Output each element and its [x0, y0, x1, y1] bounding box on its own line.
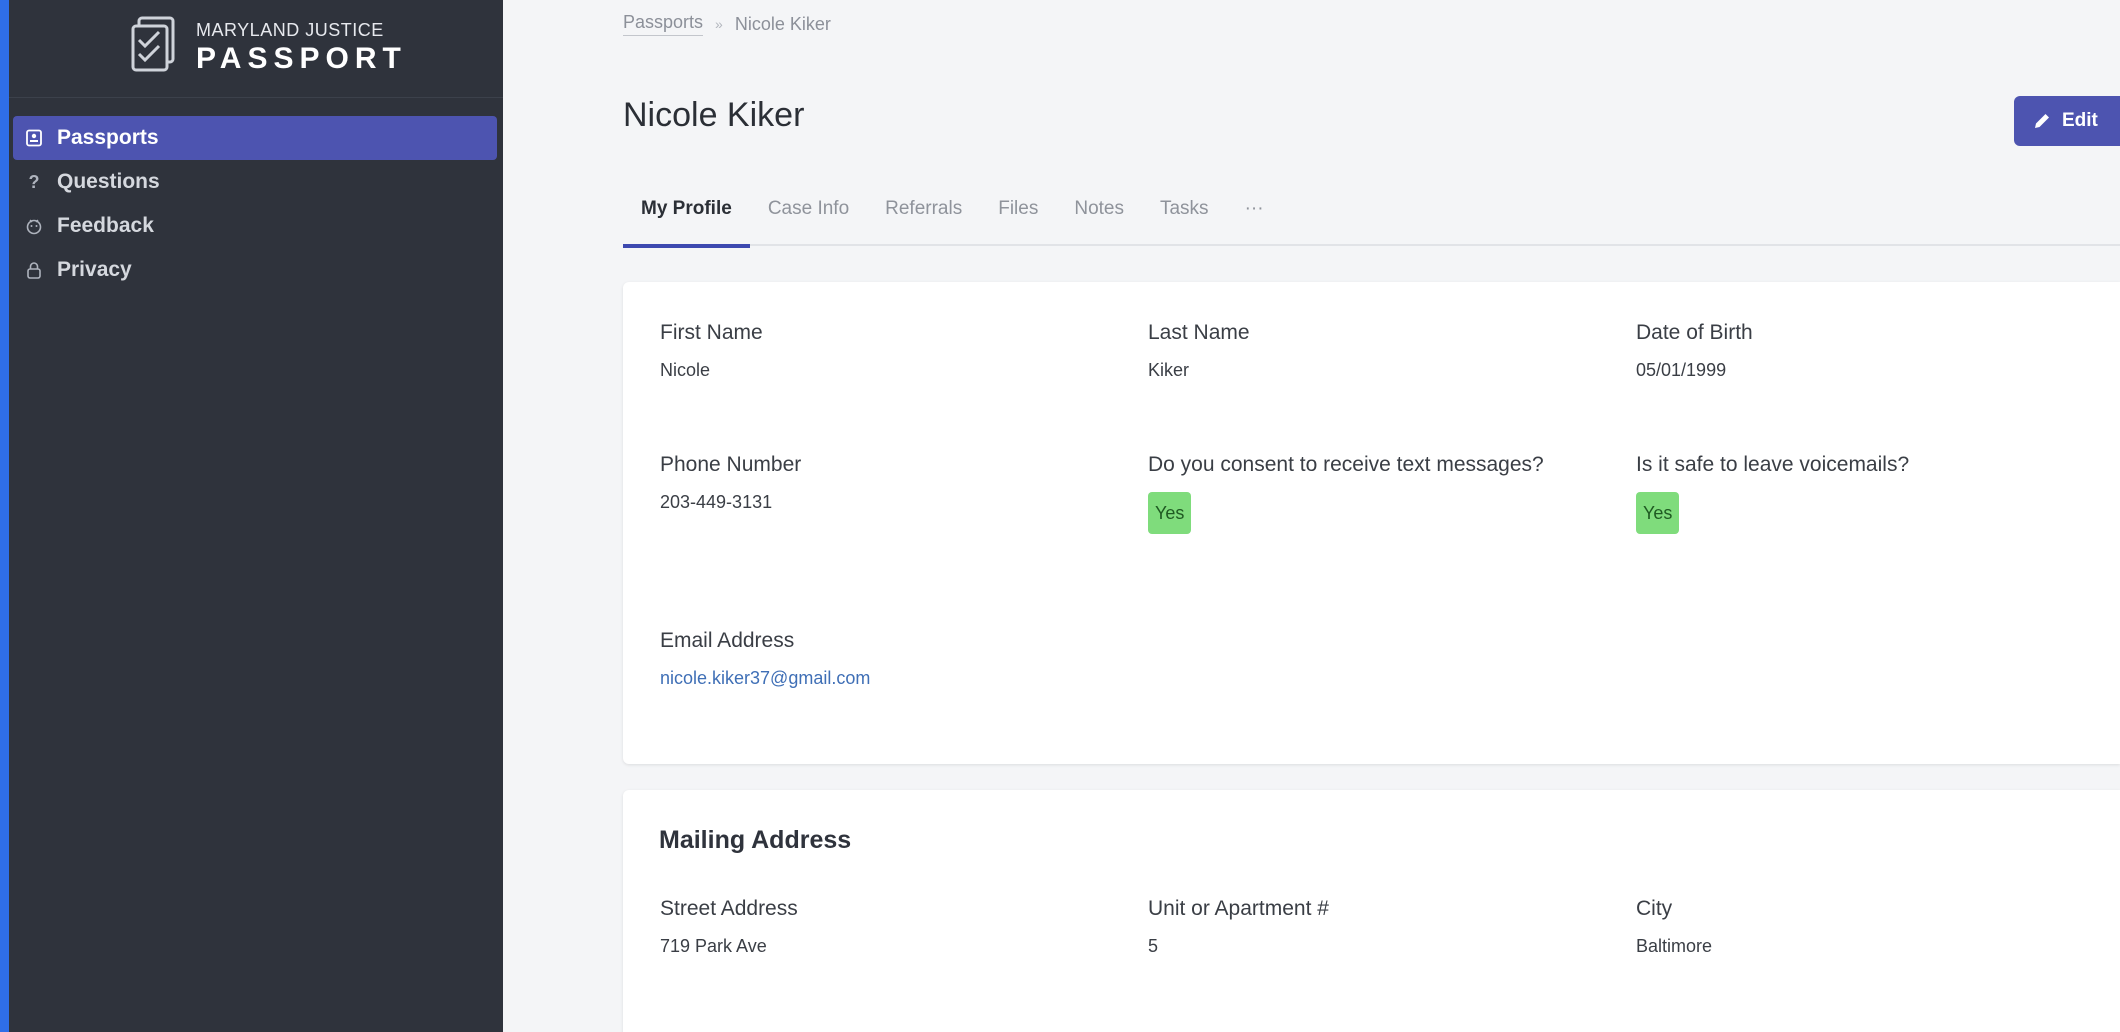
field-label: Street Address	[660, 897, 798, 920]
sidebar-item-label: Passports	[57, 126, 159, 149]
breadcrumb-current: Nicole Kiker	[734, 13, 831, 34]
tab-files[interactable]: Files	[980, 194, 1056, 246]
edit-button-label: Edit	[2062, 110, 2098, 131]
field-label: Email Address	[660, 629, 795, 652]
field-label: City	[1636, 897, 1673, 920]
sidebar-item-label: Privacy	[57, 258, 132, 281]
field-value: Kiker	[1148, 360, 1190, 380]
lock-icon	[23, 259, 45, 281]
breadcrumb-passports-link[interactable]: Passports	[623, 12, 704, 36]
tab-tasks[interactable]: Tasks	[1142, 194, 1227, 246]
pencil-icon	[2035, 114, 2049, 128]
field-label: First Name	[660, 321, 763, 344]
status-badge: Yes	[1636, 492, 1680, 534]
sidebar-item-feedback[interactable]: Feedback	[13, 204, 497, 248]
breadcrumb: Passports » Nicole Kiker	[623, 12, 831, 36]
field-value: Nicole	[660, 360, 711, 380]
text-consent-field: Do you consent to receive text messages?…	[1148, 450, 1548, 534]
field-label: Do you consent to receive text messages?	[1148, 453, 1544, 476]
field-value: 5	[1148, 936, 1159, 956]
field-label: Is it safe to leave voicemails?	[1636, 453, 1910, 476]
tab-bar: My Profile Case Info Referrals Files Not…	[623, 194, 2120, 248]
sidebar-item-passports[interactable]: Passports	[13, 116, 497, 160]
voicemail-safe-field: Is it safe to leave voicemails? Yes	[1636, 450, 1909, 534]
date-of-birth-field: Date of Birth 05/01/1999	[1636, 318, 1753, 381]
last-name-field: Last Name Kiker	[1148, 318, 1250, 381]
sidebar-item-label: Feedback	[57, 214, 154, 237]
sidebar-item-privacy[interactable]: Privacy	[13, 248, 497, 292]
field-label: Last Name	[1148, 321, 1250, 344]
tab-more[interactable]: ···	[1227, 194, 1282, 246]
field-value: Baltimore	[1636, 936, 1713, 956]
edit-button[interactable]: Edit	[2014, 96, 2120, 146]
sidebar-item-label: Questions	[57, 170, 160, 193]
city-field: City Baltimore	[1636, 894, 1712, 957]
field-label: Unit or Apartment #	[1148, 897, 1329, 920]
field-value: 203-449-3131	[660, 492, 773, 512]
status-badge: Yes	[1148, 492, 1192, 534]
phone-number-field: Phone Number 203-449-3131	[660, 450, 801, 513]
field-value: 719 Park Ave	[660, 936, 767, 956]
brand-header: MARYLAND JUSTICE PASSPORT	[9, 0, 503, 98]
unit-field: Unit or Apartment # 5	[1148, 894, 1329, 957]
tab-referrals[interactable]: Referrals	[867, 194, 980, 246]
window-left-edge	[0, 0, 9, 1032]
page-title: Nicole Kiker	[623, 96, 805, 134]
field-label: Phone Number	[660, 453, 802, 476]
brand-name-top: MARYLAND JUSTICE	[196, 20, 384, 40]
main-content: Passports » Nicole Kiker Nicole Kiker Ed…	[503, 0, 2120, 1032]
field-label: Date of Birth	[1636, 321, 1753, 344]
tab-notes[interactable]: Notes	[1056, 194, 1142, 246]
mailing-address-card: Mailing Address Street Address 719 Park …	[623, 790, 2120, 1032]
street-address-field: Street Address 719 Park Ave	[660, 894, 798, 957]
field-value: 05/01/1999	[1636, 360, 1727, 380]
feedback-icon	[23, 215, 45, 237]
sidebar-item-questions[interactable]: ? Questions	[13, 160, 497, 204]
brand-name-bottom: PASSPORT	[196, 42, 407, 75]
question-icon: ?	[28, 171, 40, 192]
email-address-field: Email Address nicole.kiker37@gmail.com	[660, 626, 870, 689]
first-name-field: First Name Nicole	[660, 318, 763, 381]
email-link[interactable]: nicole.kiker37@gmail.com	[660, 668, 870, 689]
id-card-icon	[23, 127, 45, 149]
sidebar-nav: Passports ? Questions Feedback Privacy	[9, 116, 503, 292]
profile-card: First Name Nicole Last Name Kiker Date o…	[623, 282, 2120, 764]
section-title: Mailing Address	[659, 826, 852, 854]
sidebar: MARYLAND JUSTICE PASSPORT Passports ? Qu…	[9, 0, 503, 1032]
passport-logo-icon	[131, 16, 175, 72]
tab-case-info[interactable]: Case Info	[750, 194, 867, 246]
breadcrumb-separator: »	[715, 16, 723, 32]
tab-my-profile[interactable]: My Profile	[623, 194, 750, 248]
